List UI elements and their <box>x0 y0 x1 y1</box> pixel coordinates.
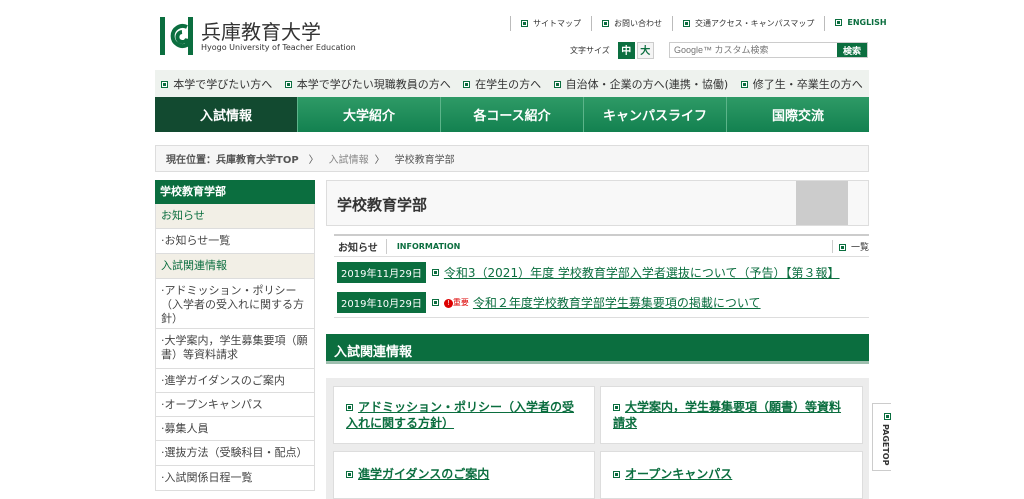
audience-business[interactable]: 自治体・企業の方へ(連携・協働) <box>553 76 728 92</box>
audience-nav: 本学で学びたい方へ 本学で学びたい現職教員の方へ 在学生の方へ 自治体・企業の方… <box>155 70 869 97</box>
sidebar-item[interactable]: ·オープンキャンパス <box>155 393 315 417</box>
sidebar-item[interactable]: ·入試関係日程一覧 <box>155 466 315 491</box>
breadcrumb-top[interactable]: 兵庫教育大学TOP <box>216 151 299 166</box>
sidebar-heading[interactable]: 学校教育学部 <box>155 180 315 204</box>
sidebar-item[interactable]: ·お知らせ一覧 <box>155 229 315 254</box>
news-date: 2019年10月29日 <box>337 292 426 313</box>
sidebar-item[interactable]: ·募集人員 <box>155 417 315 441</box>
sidebar-category-admissions: 入試関連情報 <box>155 254 315 279</box>
search-box: 検索 <box>669 42 868 58</box>
sidebar-item[interactable]: ·選抜方法（受験科目・配点） <box>155 441 315 466</box>
nav-campus-life[interactable]: キャンパスライフ <box>583 97 726 132</box>
link-card[interactable]: 大学案内，学生募集要項（願書）等資料請求 <box>600 386 863 444</box>
guidance-link[interactable]: 進学ガイダンスのご案内 <box>358 467 489 481</box>
info-en: INFORMATION <box>396 241 461 251</box>
sidebar-item[interactable]: ·進学ガイダンスのご案内 <box>155 369 315 393</box>
audience-prospective[interactable]: 本学で学びたい方へ <box>161 76 272 92</box>
breadcrumb: 現在位置： 兵庫教育大学TOP 〉 入試情報 〉 学校教育学部 <box>155 145 869 172</box>
pagetop-button[interactable]: PAGETOP <box>872 403 891 471</box>
sitemap-link[interactable]: サイトマップ <box>510 16 591 31</box>
section-heading: 入試関連情報 <box>326 334 869 364</box>
nav-about[interactable]: 大学紹介 <box>297 97 440 132</box>
link-card[interactable]: アドミッション・ポリシー（入学者の受入れに関する方針） <box>333 386 595 444</box>
news-link[interactable]: 令和3（2021）年度 学校教育学部入学者選抜について（予告）【第３報】 <box>444 264 840 281</box>
brochure-request-link[interactable]: 大学案内，学生募集要項（願書）等資料請求 <box>613 400 841 430</box>
sidebar: 学校教育学部 お知らせ ·お知らせ一覧 入試関連情報 ·アドミッション・ポリシー… <box>155 180 315 491</box>
utility-links: サイトマップ お問い合わせ 交通アクセス・キャンパスマップ ENGLISH <box>510 16 897 31</box>
font-size-medium[interactable]: 中 <box>617 42 635 59</box>
logo-mark-icon <box>160 17 193 55</box>
nav-international[interactable]: 国際交流 <box>726 97 869 132</box>
open-campus-link[interactable]: オープンキャンパス <box>625 467 732 481</box>
news-item: 2019年10月29日 ! 重要 令和２年度学校教育学部学生募集要項の掲載について <box>337 292 761 313</box>
sidebar-item[interactable]: ·大学案内，学生募集要項（願書）等資料請求 <box>155 329 315 369</box>
page-title-box: 学校教育学部 <box>326 180 869 226</box>
font-size-large[interactable]: 大 <box>636 42 654 59</box>
logo-name: 兵庫教育大学 <box>201 19 321 44</box>
global-nav: 入試情報 大学紹介 各コース紹介 キャンパスライフ 国際交流 <box>155 97 869 132</box>
audience-students[interactable]: 在学生の方へ <box>463 76 541 92</box>
logo-watermark-icon <box>796 181 848 225</box>
info-all-link[interactable]: 一覧 <box>831 239 869 253</box>
font-size-label: 文字サイズ <box>570 46 610 55</box>
audience-teachers[interactable]: 本学で学びたい現職教員の方へ <box>284 76 451 92</box>
breadcrumb-current: 学校教育学部 <box>394 155 455 166</box>
access-link[interactable]: 交通アクセス・キャンパスマップ <box>672 16 824 31</box>
search-input[interactable] <box>670 43 837 57</box>
breadcrumb-separator: 〉 <box>308 155 319 166</box>
font-size-control: 文字サイズ 中 大 <box>570 42 654 59</box>
sidebar-item[interactable]: ·アドミッション・ポリシー（入学者の受入れに関する方針） <box>155 279 315 329</box>
link-card[interactable]: オープンキャンパス <box>600 451 863 499</box>
breadcrumb-separator: 〉 <box>374 155 385 166</box>
admission-policy-link[interactable]: アドミッション・ポリシー（入学者の受入れに関する方針） <box>346 400 574 430</box>
important-badge: ! 重要 <box>443 297 469 308</box>
page-title: 学校教育学部 <box>337 196 428 214</box>
logo-sub: Hyogo University of Teacher Education <box>201 42 356 52</box>
news-item: 2019年11月29日 令和3（2021）年度 学校教育学部入学者選抜について（… <box>337 262 840 283</box>
site-logo[interactable]: 兵庫教育大学 Hyogo University of Teacher Educat… <box>160 17 356 55</box>
english-link[interactable]: ENGLISH <box>824 16 896 31</box>
admissions-links: アドミッション・ポリシー（入学者の受入れに関する方針） 大学案内，学生募集要項（… <box>326 378 869 499</box>
contact-link[interactable]: お問い合わせ <box>591 16 672 31</box>
audience-alumni[interactable]: 修了生・卒業生の方へ <box>740 76 863 92</box>
nav-admissions[interactable]: 入試情報 <box>155 97 297 132</box>
info-header: お知らせ INFORMATION 一覧 <box>334 234 869 257</box>
search-button[interactable]: 検索 <box>837 43 867 57</box>
nav-courses[interactable]: 各コース紹介 <box>440 97 583 132</box>
sidebar-category-news: お知らせ <box>155 204 315 229</box>
link-card[interactable]: 進学ガイダンスのご案内 <box>333 451 595 499</box>
news-date: 2019年11月29日 <box>337 262 426 283</box>
breadcrumb-label: 現在位置： <box>166 155 216 166</box>
info-label: お知らせ <box>334 238 387 254</box>
breadcrumb-admissions[interactable]: 入試情報 <box>329 151 369 166</box>
alert-icon: ! <box>443 299 453 308</box>
news-link[interactable]: 令和２年度学校教育学部学生募集要項の掲載について <box>473 294 761 311</box>
divider <box>334 317 869 318</box>
